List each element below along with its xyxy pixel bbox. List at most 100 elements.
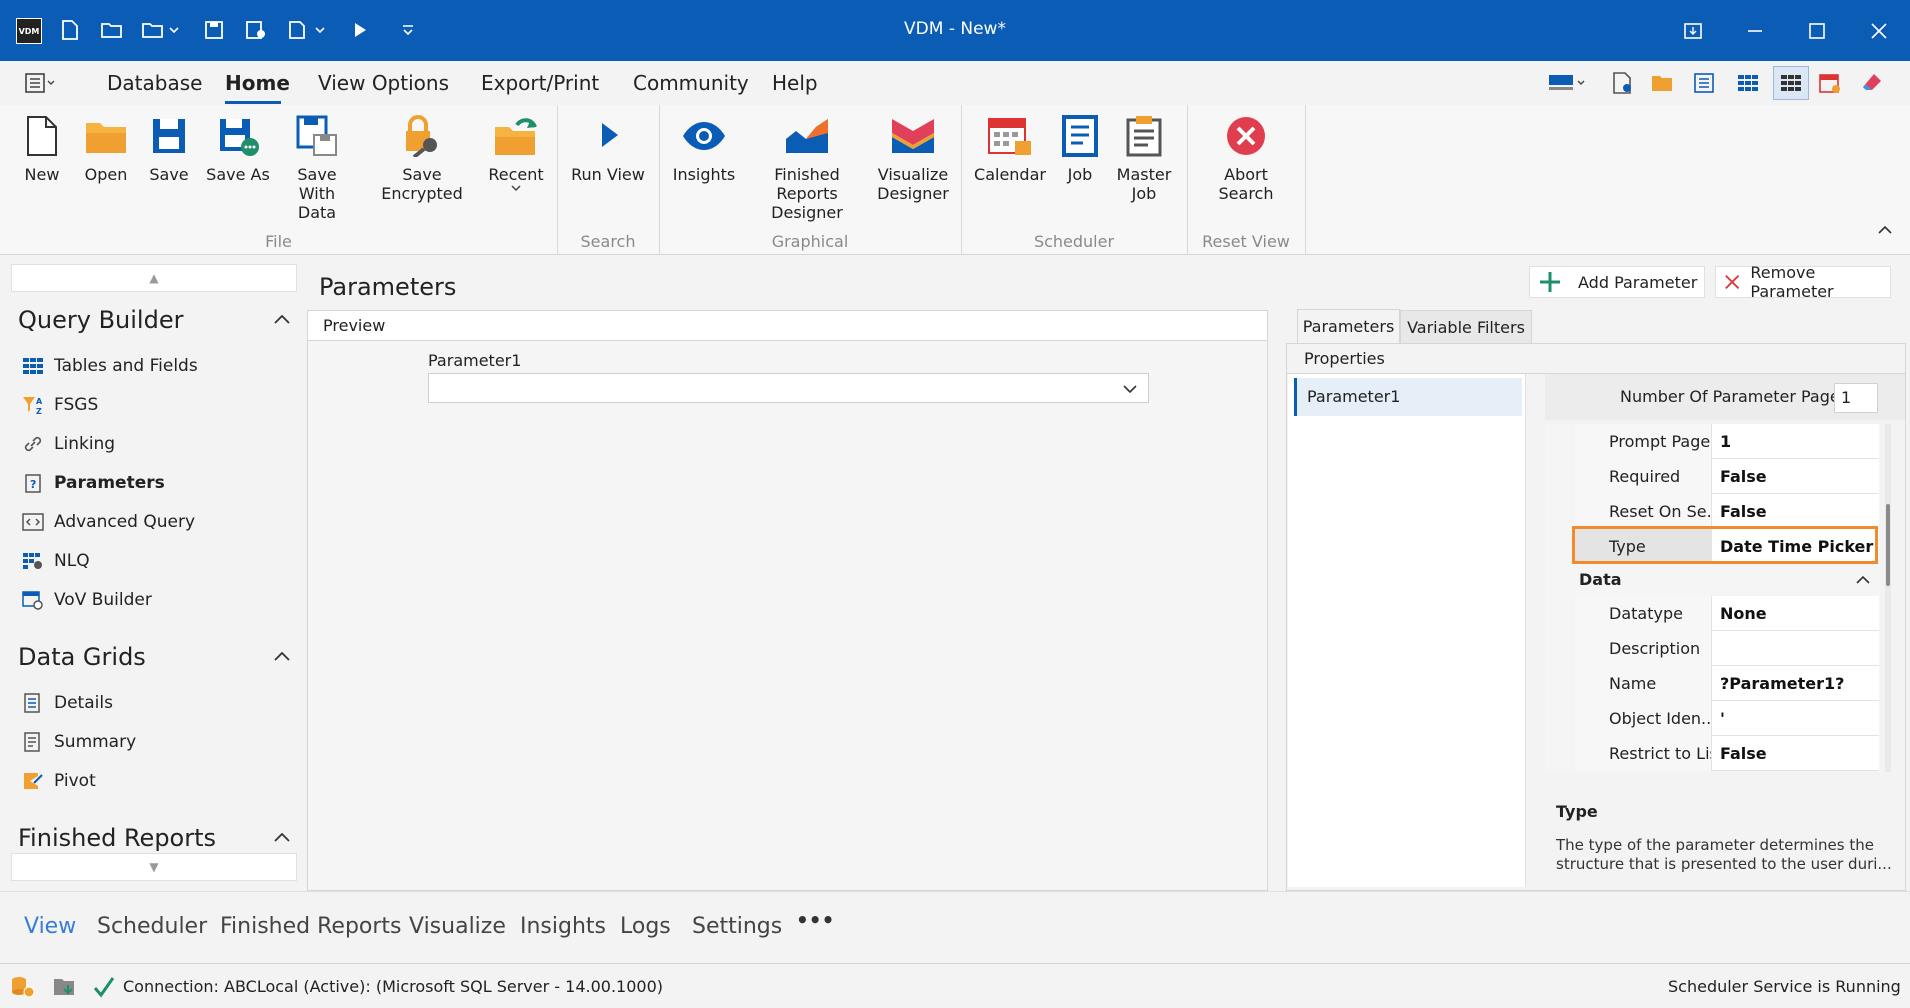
preview-param-label: Parameter1 [428,351,522,370]
maximize-button[interactable] [1786,0,1848,61]
save-label: Save [149,165,189,184]
open-folder-large-icon [86,123,126,153]
type-highlight-box [1572,526,1878,564]
job-button[interactable]: Job [1056,115,1104,184]
list-view-icon[interactable] [1692,71,1716,99]
abort-search-button[interactable]: Abort Search [1204,115,1288,203]
app-menu-icon[interactable] [24,72,58,98]
property-value: ?Parameter1? [1711,666,1879,701]
sidebar-item-summary[interactable]: Summary [22,727,136,757]
window-title: VDM - New* [904,19,1006,39]
save-as-button[interactable]: Save As [204,115,272,184]
bottom-tab-finished-reports[interactable]: Finished Reports [220,914,402,939]
insights-button[interactable]: Insights [669,115,739,184]
sidebar-item-nlq[interactable]: NLQ [22,546,90,576]
new-button[interactable]: New [18,115,66,184]
menu-home[interactable]: Home [225,71,290,95]
tab-parameters[interactable]: Parameters [1297,309,1400,343]
menu-community[interactable]: Community [633,71,749,95]
add-parameter-button[interactable]: Add Parameter [1529,266,1705,298]
calendar-small-icon[interactable] [1818,71,1842,99]
close-button[interactable] [1848,0,1910,61]
chevron-up-icon[interactable] [272,647,292,667]
remove-parameter-label: Remove Parameter [1750,263,1834,301]
num-pages-input[interactable]: 1 [1834,383,1878,413]
table-grid-icon [23,358,43,374]
menu-view-options[interactable]: View Options [318,71,449,95]
settings-doc-icon[interactable] [1610,71,1634,99]
minimize-button[interactable] [1724,0,1786,61]
restore-layout-button[interactable] [1662,0,1724,61]
save-with-data-button[interactable]: Save With Data [278,115,356,222]
master-job-button[interactable]: Master Job [1114,115,1174,203]
list-item[interactable]: Parameter1 [1294,378,1522,416]
property-key: Restrict to List [1575,736,1711,771]
chevron-up-icon[interactable] [272,828,292,848]
property-row-object-identifier[interactable]: Object Iden... ' [1575,701,1879,736]
svg-text:Z: Z [36,407,42,415]
preview-param-dropdown[interactable] [428,373,1149,403]
folder-download-icon[interactable] [52,975,78,999]
property-row-restrict-to-list[interactable]: Restrict to ListFalse [1575,736,1879,771]
theme-color-picker[interactable] [1548,73,1588,97]
calendar-button[interactable]: Calendar [970,115,1050,184]
chevron-up-icon[interactable] [272,310,292,330]
data-section-header[interactable]: Data [1545,564,1880,596]
bottom-tab-logs[interactable]: Logs [620,914,671,939]
visualize-label-1: Visualize [877,165,949,184]
save-button[interactable]: Save [144,115,194,184]
save-encrypted-button[interactable]: Save Encrypted [364,115,480,203]
section-finished-reports[interactable]: Finished Reports [18,824,216,852]
section-data-grids[interactable]: Data Grids [18,643,146,671]
menu-database[interactable]: Database [107,71,202,95]
properties-label: Properties [1304,349,1385,368]
eye-icon [683,122,725,150]
tile-view-icon[interactable] [1773,66,1809,100]
folder-icon[interactable] [1650,71,1674,99]
sidebar-item-details[interactable]: Details [22,688,113,718]
tab-variable-filters[interactable]: Variable Filters [1400,310,1532,344]
section-query-builder[interactable]: Query Builder [18,306,183,334]
sidebar-item-tables-and-fields[interactable]: Tables and Fields [22,351,198,381]
sidebar-scroll-down[interactable]: ▼ [11,853,297,881]
property-row-description[interactable]: Description [1575,631,1879,666]
property-row-datatype[interactable]: Datatype None [1575,596,1879,631]
visualize-designer-button[interactable]: Visualize Designer [874,115,952,203]
property-row-prompt-page[interactable]: Prompt Page 1 [1575,424,1879,459]
tab-variable-filters-label: Variable Filters [1407,317,1525,337]
sidebar-item-pivot[interactable]: Pivot [22,766,96,796]
property-row-name[interactable]: Name ?Parameter1? [1575,666,1879,701]
sidebar-item-fsgs[interactable]: AZ FSGS [22,390,98,420]
sidebar-item-parameters[interactable]: ? Parameters [22,468,165,498]
sidebar-item-advanced-query[interactable]: Advanced Query [22,507,195,537]
finished-reports-designer-button[interactable]: Finished Reports Designer [744,115,870,222]
database-icon [12,977,35,998]
recent-button[interactable]: Recent [487,115,545,192]
connection-status: Connection: ABCLocal (Active): (Microsof… [123,977,663,996]
group-reset-view-label: Reset View [1202,232,1290,251]
bottom-tab-view[interactable]: View [24,914,76,939]
menu-help[interactable]: Help [772,71,818,95]
sidebar-item-vov-builder[interactable]: VoV Builder [22,585,152,615]
sidebar-item-linking[interactable]: Linking [22,429,115,459]
eraser-icon[interactable] [1860,71,1884,99]
grid-view-icon[interactable] [1736,71,1760,99]
bottom-tab-settings[interactable]: Settings [692,914,782,939]
more-options-button[interactable]: ••• [796,908,834,932]
open-button[interactable]: Open [80,115,132,184]
abort-label-1: Abort [1224,165,1268,184]
property-row-reset-on-search[interactable]: Reset On Se... False [1575,494,1879,529]
remove-parameter-button[interactable]: Remove Parameter [1715,263,1891,301]
property-row-required[interactable]: Required False [1575,459,1879,494]
scrollbar-thumb[interactable] [1886,504,1890,586]
bottom-tab-scheduler[interactable]: Scheduler [97,914,207,939]
property-key: Name [1575,666,1711,701]
sidebar-scroll-up[interactable]: ▲ [11,264,297,292]
property-scrollbar[interactable] [1885,424,1891,772]
bottom-tab-visualize[interactable]: Visualize [409,914,506,939]
menu-export-print[interactable]: Export/Print [481,71,599,95]
run-view-button[interactable]: Run View [568,115,648,184]
bottom-tab-insights[interactable]: Insights [520,914,606,939]
collapse-ribbon-icon[interactable] [1876,221,1894,240]
checkmark-icon [93,977,115,998]
